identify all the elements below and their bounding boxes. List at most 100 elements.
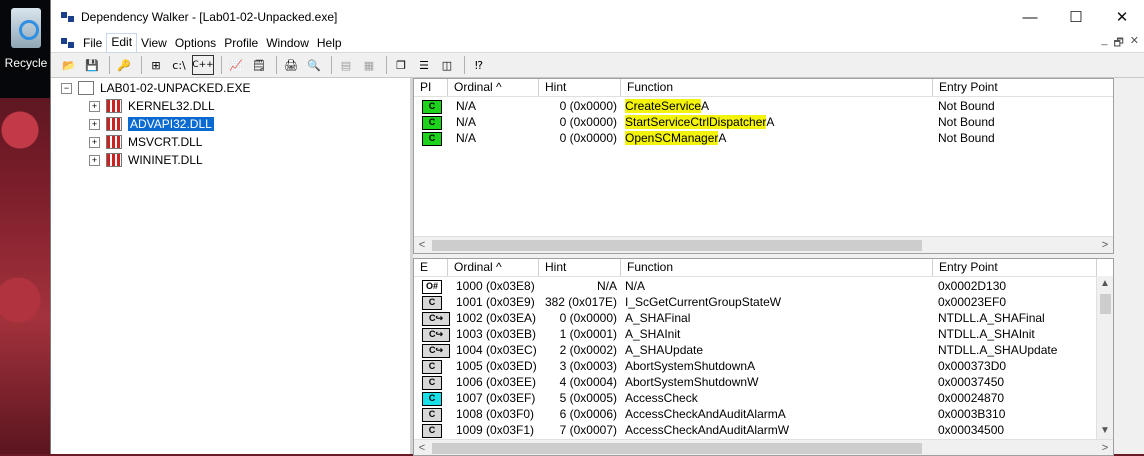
goto-icon[interactable]: ▦: [359, 56, 379, 74]
export-type-icon: C: [422, 392, 442, 406]
find-icon[interactable]: 🔑: [114, 56, 134, 74]
col-ordinal[interactable]: Ordinal ^: [448, 79, 539, 96]
tile-h-icon[interactable]: ☰: [414, 56, 434, 74]
expand-icon[interactable]: +: [89, 154, 100, 166]
toolbar-separator: [221, 56, 222, 74]
table-row[interactable]: C N/A 0 (0x0000) StartServiceCtrlDispatc…: [414, 114, 1113, 130]
table-row[interactable]: C 1001 (0x03E9) 382 (0x017E) I_ScGetCurrent…: [414, 294, 1113, 310]
col-pi[interactable]: PI: [414, 79, 448, 96]
menu-window[interactable]: Window: [262, 34, 313, 52]
view-icon[interactable]: 🔍: [304, 56, 324, 74]
table-row[interactable]: C 1006 (0x03EE) 4 (0x0004) AbortSystemShutd…: [414, 374, 1113, 390]
col-function[interactable]: Function: [621, 259, 933, 276]
cpp-icon[interactable]: C++: [192, 55, 214, 75]
table-row[interactable]: C 1005 (0x03ED) 3 (0x0003) AbortSystemShutd…: [414, 358, 1113, 374]
help-icon[interactable]: ⁉: [469, 56, 489, 74]
col-hint[interactable]: Hint: [539, 259, 621, 276]
col-ordinal[interactable]: Ordinal ^: [448, 259, 539, 276]
table-row[interactable]: C 1008 (0x03F0) 6 (0x0006) AccessCheckAndAu…: [414, 406, 1113, 422]
function-suffix: A: [766, 115, 775, 129]
scroll-right-icon[interactable]: >: [1097, 237, 1113, 253]
function-highlight: StartServiceCtrlDispatcher: [625, 115, 767, 129]
title-bar[interactable]: Dependency Walker - [Lab01-02-Unpacked.e…: [51, 0, 1144, 34]
module-tree[interactable]: − LAB01-02-UNPACKED.EXE + KERNEL32.DLL +…: [51, 78, 413, 454]
exports-hscrollbar[interactable]: < >: [414, 439, 1113, 455]
menu-file[interactable]: File: [79, 34, 106, 52]
ordinal-cell: 1004 (0x03EC): [456, 343, 537, 357]
col-function[interactable]: Function: [621, 79, 933, 96]
mdi-close-button[interactable]: ✕: [1130, 34, 1139, 53]
expand-icon[interactable]: +: [89, 118, 100, 130]
imports-list[interactable]: PI Ordinal ^ Hint Function Entry Point C…: [413, 78, 1114, 254]
properties-icon[interactable]: 🗒: [249, 56, 269, 74]
ordinal-cell: 1002 (0x03EA): [456, 311, 537, 325]
imports-hscrollbar[interactable]: < >: [414, 236, 1113, 253]
hint-cell: 7 (0x0007): [559, 423, 617, 437]
cascade-icon[interactable]: ❐: [391, 56, 411, 74]
scroll-down-icon[interactable]: ▼: [1097, 423, 1113, 439]
minimize-button[interactable]: —: [1007, 0, 1053, 34]
expand-icon[interactable]: +: [89, 100, 100, 112]
col-hint[interactable]: Hint: [539, 79, 621, 96]
table-row[interactable]: O# 1000 (0x03E8) N/A N/A 0x0002D130: [414, 278, 1113, 294]
collapse-icon[interactable]: −: [61, 82, 72, 94]
entry-cell: NTDLL.A_SHAInit: [938, 327, 1035, 341]
print-icon[interactable]: 🖨: [281, 56, 301, 74]
scroll-up-icon[interactable]: ▲: [1097, 276, 1113, 292]
menu-edit[interactable]: Edit: [106, 33, 138, 53]
table-row[interactable]: C 1007 (0x03EF) 5 (0x0005) AccessCheck 0x000…: [414, 390, 1113, 406]
ordinal-cell: 1005 (0x03ED): [456, 359, 537, 373]
entry-cell: 0x00023EF0: [938, 295, 1007, 309]
tree-root-row[interactable]: − LAB01-02-UNPACKED.EXE: [61, 79, 251, 97]
ordinal-cell: N/A: [456, 131, 477, 145]
tree-item-kernel32[interactable]: + KERNEL32.DLL: [89, 97, 215, 115]
copy-icon[interactable]: ▤: [336, 56, 356, 74]
table-row[interactable]: C 1009 (0x03F1) 7 (0x0007) AccessCheckAndAu…: [414, 422, 1113, 438]
table-row[interactable]: C↪ 1004 (0x03EC) 2 (0x0002) A_SHAUpdate NTDL…: [414, 342, 1113, 358]
col-e[interactable]: E: [414, 259, 448, 276]
export-type-icon: C: [422, 296, 442, 310]
tree-item-advapi32[interactable]: + ADVAPI32.DLL: [89, 115, 214, 133]
table-row[interactable]: C↪ 1003 (0x03EB) 1 (0x0001) A_SHAInit NTDLL.…: [414, 326, 1113, 342]
module-icon[interactable]: 📈: [226, 56, 246, 74]
table-row[interactable]: C N/A 0 (0x0000) CreateServiceA Not Boun…: [414, 98, 1113, 114]
menu-view[interactable]: View: [137, 34, 171, 52]
mdi-restore-button[interactable]: 🗗: [1113, 34, 1123, 53]
tree-item-msvcrt[interactable]: + MSVCRT.DLL: [89, 133, 202, 151]
path-icon[interactable]: c:\: [169, 56, 189, 74]
recycle-bin-shortcut[interactable]: Recycle: [4, 8, 48, 70]
toolbar-separator: [331, 56, 332, 74]
entry-cell: 0x000373D0: [938, 359, 1007, 373]
table-row[interactable]: C N/A 0 (0x0000) OpenSCManagerA Not Boun…: [414, 130, 1113, 146]
menu-options[interactable]: Options: [171, 34, 220, 52]
imports-header: PI Ordinal ^ Hint Function Entry Point: [414, 79, 1113, 97]
expand-icon[interactable]: +: [89, 136, 100, 148]
tree-icon[interactable]: ⊞: [146, 56, 166, 74]
export-type-icon: O#: [422, 280, 442, 294]
hint-cell: 0 (0x0000): [559, 115, 617, 129]
exports-list[interactable]: E Ordinal ^ Hint Function Entry Point O#…: [413, 258, 1114, 456]
scroll-left-icon[interactable]: <: [414, 237, 430, 253]
table-row[interactable]: C↪ 1002 (0x03EA) 0 (0x0000) A_SHAFinal NTDLL…: [414, 310, 1113, 326]
col-entry-point[interactable]: Entry Point: [933, 259, 1097, 276]
scroll-thumb[interactable]: [432, 240, 922, 251]
mdi-child-icon[interactable]: [61, 36, 75, 50]
tree-item-wininet[interactable]: + WININET.DLL: [89, 151, 203, 169]
function-suffix: A: [701, 99, 710, 113]
function-cell: StartServiceCtrlDispatcherA: [625, 114, 925, 130]
save-icon[interactable]: 💾: [82, 56, 102, 74]
ordinal-cell: 1009 (0x03F1): [456, 423, 535, 437]
export-type-icon: C: [422, 424, 442, 438]
entry-cell: 0x00024870: [938, 391, 1005, 405]
col-entry-point[interactable]: Entry Point: [933, 79, 1113, 96]
scroll-thumb[interactable]: [1100, 294, 1111, 314]
close-button[interactable]: ✕: [1099, 0, 1144, 34]
scroll-thumb[interactable]: [432, 443, 922, 454]
mdi-minimize-button[interactable]: _: [1101, 34, 1107, 53]
open-icon[interactable]: 📂: [59, 56, 79, 74]
maximize-button[interactable]: ☐: [1053, 0, 1099, 34]
tile-v-icon[interactable]: ◫: [437, 56, 457, 74]
exports-vscrollbar[interactable]: ▲ ▼: [1096, 276, 1113, 439]
menu-help[interactable]: Help: [313, 34, 346, 52]
menu-profile[interactable]: Profile: [220, 34, 262, 52]
